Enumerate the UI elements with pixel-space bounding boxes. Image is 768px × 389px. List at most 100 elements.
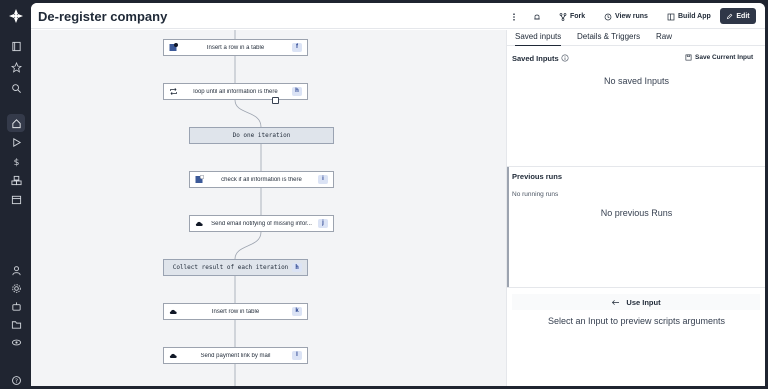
- more-vertical-icon: [513, 12, 515, 21]
- tab-raw[interactable]: Raw: [656, 32, 672, 41]
- flow-node-loop[interactable]: loop until all information is there h: [163, 83, 308, 100]
- sidebar-item-book-icon[interactable]: [7, 37, 25, 55]
- bot-icon: [11, 301, 21, 311]
- build-app-label: Build App: [678, 13, 711, 20]
- page-title: De-register company: [38, 9, 168, 24]
- node-id-badge: k: [292, 307, 302, 316]
- svg-text:?: ?: [14, 377, 17, 384]
- node-id-badge: i: [318, 175, 328, 184]
- use-input-label: Use Input: [626, 297, 661, 307]
- cloud-icon: [195, 221, 203, 226]
- folder-icon: [11, 320, 21, 329]
- node-id-badge: j: [318, 219, 328, 228]
- sidebar-item-workers[interactable]: [7, 297, 25, 315]
- previous-runs-section: [507, 167, 765, 287]
- header: De-register company Fork View runs Build…: [31, 3, 765, 29]
- loop-icon: [170, 88, 177, 95]
- help-icon: ?: [11, 375, 21, 385]
- sidebar: $ ?: [0, 0, 31, 386]
- more-options-button[interactable]: [510, 9, 518, 24]
- cloud-icon: [169, 309, 177, 314]
- sidebar-item-audit[interactable]: [7, 333, 25, 351]
- previous-runs-title: Previous runs: [512, 172, 563, 181]
- node-label: Send email notifying of missing infor...: [211, 220, 312, 227]
- notifications-button[interactable]: [533, 9, 541, 24]
- sidebar-item-user[interactable]: [7, 261, 25, 279]
- view-runs-button[interactable]: View runs: [604, 9, 648, 24]
- boxes-icon: [10, 175, 22, 185]
- node-label: Insert row in table: [211, 308, 260, 315]
- node-id-badge: l: [292, 351, 302, 360]
- flow-node[interactable]: Insert row in table k: [163, 303, 308, 320]
- flow-node[interactable]: Send payment link by mail l: [163, 347, 308, 364]
- flow-group-node[interactable]: Do one iteration: [189, 127, 334, 144]
- play-icon: [12, 137, 21, 147]
- edit-button[interactable]: Edit: [720, 8, 756, 24]
- sidebar-item-resources[interactable]: [7, 171, 25, 189]
- node-id-badge: f: [292, 43, 302, 52]
- table-icon: [169, 43, 178, 51]
- pencil-icon: [727, 13, 733, 19]
- tab-details-triggers[interactable]: Details & Triggers: [577, 32, 640, 41]
- node-label: loop until all information is there: [193, 88, 278, 95]
- app-frame: $ ? De-register company Fork View runs B…: [0, 0, 768, 386]
- info-icon[interactable]: [561, 54, 569, 62]
- panel-tabs: Saved inputs Details & Triggers Raw: [507, 30, 765, 46]
- dollar-icon: $: [13, 157, 19, 167]
- sidebar-item-search[interactable]: [7, 79, 25, 97]
- fork-label: Fork: [570, 13, 586, 20]
- sidebar-item-home[interactable]: [7, 114, 25, 132]
- right-panel: Saved inputs Details & Triggers Raw Save…: [506, 30, 765, 386]
- user-icon: [11, 265, 21, 275]
- saved-inputs-title: Saved Inputs: [512, 54, 559, 63]
- search-icon: [11, 83, 21, 93]
- cloud-icon: [169, 353, 177, 358]
- collapse-toggle[interactable]: [272, 97, 279, 104]
- sidebar-item-help[interactable]: ?: [7, 371, 25, 389]
- history-icon: [604, 13, 612, 20]
- no-saved-inputs-text: No saved Inputs: [603, 76, 670, 86]
- sidebar-item-folders[interactable]: [7, 315, 25, 333]
- flow-node[interactable]: check if all information is there i: [189, 171, 334, 188]
- no-running-runs-text: No running runs: [512, 191, 559, 198]
- node-label: Insert a row in a table: [206, 44, 265, 51]
- table-icon: [195, 175, 204, 183]
- tab-saved-inputs[interactable]: Saved inputs: [515, 32, 562, 46]
- flow-node[interactable]: Send email notifying of missing infor...…: [189, 215, 334, 232]
- calendar-icon: [11, 195, 21, 204]
- windmill-logo-icon[interactable]: [8, 8, 24, 24]
- sidebar-item-runs[interactable]: [7, 133, 25, 151]
- no-previous-runs-text: No previous Runs: [600, 208, 673, 218]
- layout-icon: [667, 13, 675, 20]
- book-icon: [11, 41, 21, 51]
- use-input-button[interactable]: Use Input: [512, 294, 760, 310]
- flow-node[interactable]: Insert a row in a table f: [163, 39, 308, 56]
- view-runs-label: View runs: [615, 13, 648, 20]
- arrow-left-icon: [612, 299, 620, 305]
- star-icon: [10, 61, 22, 73]
- fork-icon: [559, 12, 567, 21]
- bell-icon: [534, 14, 540, 19]
- sidebar-item-favorites[interactable]: [7, 58, 25, 76]
- eye-icon: [11, 339, 21, 345]
- sidebar-item-settings[interactable]: [7, 279, 25, 297]
- section-divider: [507, 287, 765, 288]
- node-id-badge: h: [292, 263, 302, 272]
- node-label: Do one iteration: [232, 132, 291, 139]
- home-icon: [11, 118, 21, 128]
- main-area: De-register company Fork View runs Build…: [31, 3, 765, 386]
- preview-hint-text: Select an Input to preview scripts argum…: [547, 316, 726, 326]
- node-label: Collect result of each iteration: [172, 264, 289, 271]
- fork-button[interactable]: Fork: [559, 9, 585, 24]
- flow-group-node[interactable]: Collect result of each iteration h: [163, 259, 308, 276]
- save-current-input-button[interactable]: Save Current Input: [685, 54, 753, 61]
- node-id-badge: h: [292, 87, 302, 96]
- node-label: check if all information is there: [221, 176, 302, 183]
- save-icon: [685, 54, 692, 61]
- gear-icon: [11, 283, 21, 293]
- build-app-button[interactable]: Build App: [667, 9, 711, 24]
- flow-canvas[interactable]: Insert a row in a table f loop until all…: [31, 30, 506, 386]
- sidebar-item-variables[interactable]: $: [7, 152, 25, 170]
- node-label: Send payment link by mail: [200, 352, 271, 359]
- sidebar-item-schedules[interactable]: [7, 190, 25, 208]
